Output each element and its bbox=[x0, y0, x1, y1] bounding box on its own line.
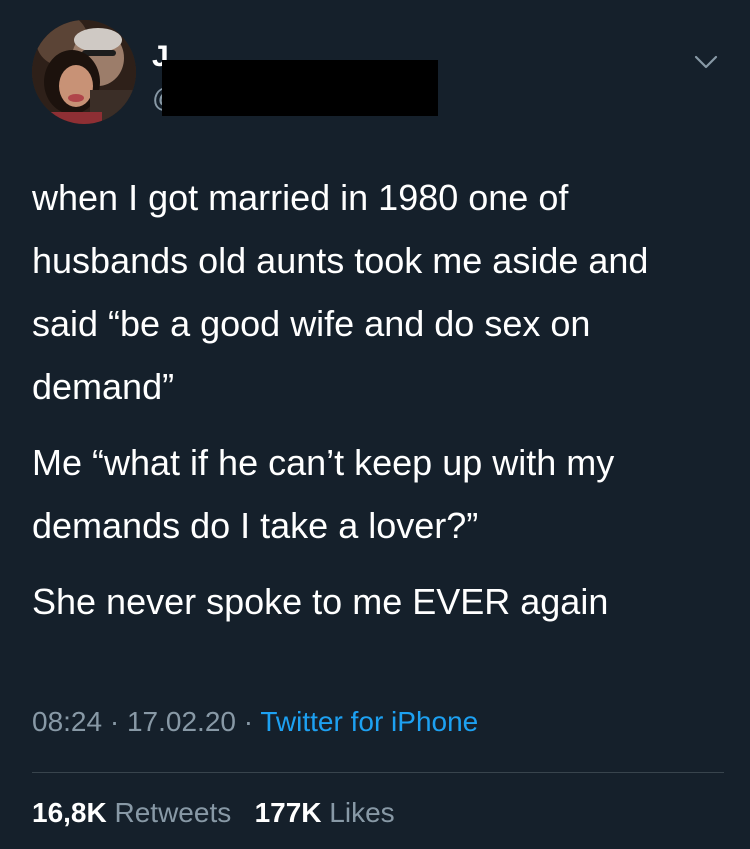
redaction-bar bbox=[162, 60, 438, 116]
retweets-count: 16,8K bbox=[32, 797, 107, 828]
tweet-text: when I got married in 1980 one of husban… bbox=[32, 166, 722, 646]
retweets-label: Retweets bbox=[114, 797, 232, 828]
likes-count: 177K bbox=[254, 797, 322, 828]
avatar-photo bbox=[32, 20, 136, 124]
tweet-date[interactable]: 17.02.20 bbox=[127, 706, 236, 737]
tweet-header: J @ bbox=[32, 20, 732, 124]
avatar[interactable] bbox=[32, 20, 136, 124]
tweet-paragraph: when I got married in 1980 one of husban… bbox=[32, 177, 649, 407]
retweets-stat[interactable]: 16,8K Retweets bbox=[32, 797, 231, 828]
meta-separator: · bbox=[109, 706, 120, 737]
tweet-metadata: 08:24 · 17.02.20 · Twitter for iPhone bbox=[32, 706, 478, 738]
likes-stat[interactable]: 177K Likes bbox=[255, 797, 395, 828]
tweet-stats: 16,8K Retweets 177K Likes bbox=[32, 797, 395, 829]
tweet-paragraph: Me “what if he can’t keep up with my dem… bbox=[32, 442, 615, 546]
tweet-time[interactable]: 08:24 bbox=[32, 706, 102, 737]
tweet-source-link[interactable]: Twitter for iPhone bbox=[260, 706, 478, 737]
likes-label: Likes bbox=[329, 797, 395, 828]
meta-separator: · bbox=[243, 706, 254, 737]
divider bbox=[32, 772, 724, 773]
tweet-paragraph: She never spoke to me EVER again bbox=[32, 581, 609, 622]
chevron-down-icon[interactable] bbox=[692, 48, 720, 76]
tweet: J @ when I got married in 1980 one of hu… bbox=[0, 0, 750, 849]
